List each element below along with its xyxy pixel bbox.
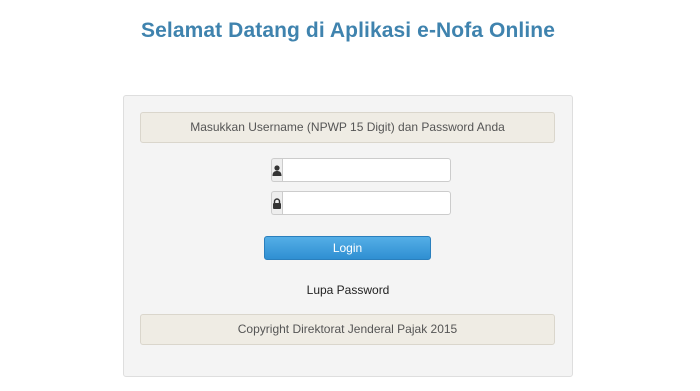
user-icon: [271, 158, 282, 182]
login-instruction: Masukkan Username (NPWP 15 Digit) dan Pa…: [140, 112, 555, 143]
login-page: Selamat Datang di Aplikasi e-Nofa Online…: [0, 0, 700, 391]
password-input-group: [271, 191, 451, 215]
lock-icon: [271, 191, 282, 215]
username-input[interactable]: [282, 158, 451, 182]
username-input-group: [271, 158, 451, 182]
forgot-password-link[interactable]: Lupa Password: [124, 283, 572, 297]
page-title: Selamat Datang di Aplikasi e-Nofa Online: [141, 19, 555, 42]
login-button[interactable]: Login: [264, 236, 431, 260]
login-panel: Masukkan Username (NPWP 15 Digit) dan Pa…: [123, 95, 573, 377]
password-input[interactable]: [282, 191, 451, 215]
copyright-footer: Copyright Direktorat Jenderal Pajak 2015: [140, 314, 555, 345]
